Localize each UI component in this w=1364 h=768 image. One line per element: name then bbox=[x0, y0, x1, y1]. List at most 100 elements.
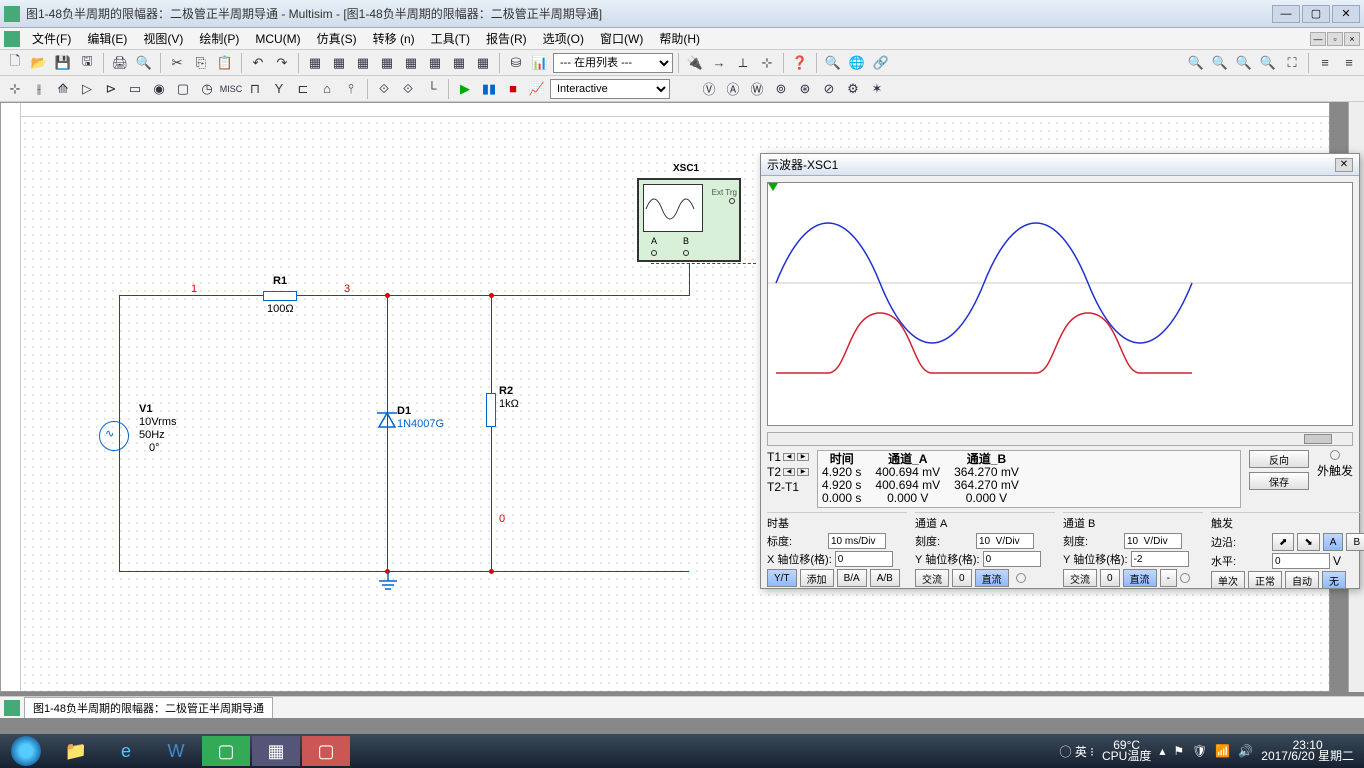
comp-diode-button[interactable]: ▷ bbox=[76, 78, 98, 100]
redo-button[interactable]: ↷ bbox=[271, 52, 293, 74]
probe-cfg-button[interactable]: ✶ bbox=[866, 78, 888, 100]
grid3-button[interactable]: ▦ bbox=[352, 52, 374, 74]
menu-edit[interactable]: 编辑(E) bbox=[79, 28, 135, 49]
comp-bus-button[interactable]: Y bbox=[268, 78, 290, 100]
stop-button[interactable]: ■ bbox=[502, 78, 524, 100]
zoom-area-button[interactable]: 🔍 bbox=[1233, 52, 1255, 74]
comp-src-button[interactable]: ◉ bbox=[148, 78, 170, 100]
trig-normal-button[interactable]: 正常 bbox=[1248, 571, 1282, 589]
chb-inv-button[interactable]: - bbox=[1160, 569, 1177, 587]
tray-volume-icon[interactable]: 🔊 bbox=[1238, 744, 1253, 758]
comp-conn-button[interactable]: ⊏ bbox=[292, 78, 314, 100]
probe2-button[interactable]: → bbox=[708, 52, 730, 74]
bus2-button[interactable]: ⟐ bbox=[397, 78, 419, 100]
chb-scale-input[interactable] bbox=[1124, 533, 1182, 549]
list1-button[interactable]: ≡ bbox=[1314, 52, 1336, 74]
chb-dc-button[interactable]: 直流 bbox=[1123, 569, 1157, 587]
comp-ic-button[interactable]: ▭ bbox=[124, 78, 146, 100]
bus3-button[interactable]: └ bbox=[421, 78, 443, 100]
maximize-button[interactable]: ▢ bbox=[1302, 5, 1330, 23]
grid4-button[interactable]: ▦ bbox=[376, 52, 398, 74]
menu-transfer[interactable]: 转移 (n) bbox=[365, 28, 423, 49]
trig-single-button[interactable]: 单次 bbox=[1211, 571, 1245, 589]
timebase-xpos-input[interactable] bbox=[835, 551, 893, 567]
mdi-close-button[interactable]: × bbox=[1344, 32, 1360, 46]
chb-0-button[interactable]: 0 bbox=[1100, 569, 1120, 587]
probe-ref-button[interactable]: ⊘ bbox=[818, 78, 840, 100]
edge-rise-button[interactable]: ⬈ bbox=[1272, 533, 1294, 551]
menu-help[interactable]: 帮助(H) bbox=[651, 28, 708, 49]
probe-d-button[interactable]: ⊛ bbox=[794, 78, 816, 100]
menu-file[interactable]: 文件(F) bbox=[24, 28, 79, 49]
grid7-button[interactable]: ▦ bbox=[448, 52, 470, 74]
copy-button[interactable]: ⎘ bbox=[190, 52, 212, 74]
ba-button[interactable]: B/A bbox=[837, 569, 867, 587]
new-button[interactable]: 🗋 bbox=[4, 52, 26, 74]
cha-port[interactable] bbox=[1016, 573, 1026, 583]
undo-button[interactable]: ↶ bbox=[247, 52, 269, 74]
taskbar-multisim[interactable]: ▦ bbox=[252, 736, 300, 766]
print-button[interactable]: 🖨 bbox=[109, 52, 131, 74]
search-button[interactable]: 🔍 bbox=[822, 52, 844, 74]
trig-none-button[interactable]: 无 bbox=[1322, 571, 1346, 589]
component-r1[interactable] bbox=[263, 291, 297, 301]
t1-right-button[interactable]: ▶ bbox=[797, 453, 809, 461]
menu-window[interactable]: 窗口(W) bbox=[592, 28, 651, 49]
edge-fall-button[interactable]: ⬊ bbox=[1297, 533, 1319, 551]
comp-meter-button[interactable]: ◷ bbox=[196, 78, 218, 100]
sim-config-button[interactable]: 📈 bbox=[526, 78, 548, 100]
comp-trans-button[interactable]: ⊳ bbox=[100, 78, 122, 100]
grid8-button[interactable]: ▦ bbox=[472, 52, 494, 74]
trig-auto-button[interactable]: 自动 bbox=[1285, 571, 1319, 589]
document-tab[interactable]: 图1-48负半周期的限幅器：二极管正半周期导通 bbox=[24, 697, 273, 718]
web-button[interactable]: 🌐 bbox=[846, 52, 868, 74]
comp-net-button[interactable]: ⊓ bbox=[244, 78, 266, 100]
probe-w-button[interactable]: Ⓦ bbox=[746, 78, 768, 100]
t2-right-button[interactable]: ▶ bbox=[797, 468, 809, 476]
close-button[interactable]: ✕ bbox=[1332, 5, 1360, 23]
instrument-xsc1[interactable]: XSC1 Ext Trg A B bbox=[637, 178, 741, 262]
list2-button[interactable]: ≡ bbox=[1338, 52, 1360, 74]
ime-indicator[interactable]: ◯ 英 ⁝ bbox=[1059, 743, 1094, 760]
pause-button[interactable]: ▮▮ bbox=[478, 78, 500, 100]
zoom-out-button[interactable]: 🔍 bbox=[1209, 52, 1231, 74]
tray-flag-icon[interactable]: ⚑ bbox=[1173, 744, 1184, 758]
comp-cap-button[interactable]: ⫲ bbox=[28, 78, 50, 100]
save-button[interactable]: 💾 bbox=[52, 52, 74, 74]
tray-network-icon[interactable]: 📶 bbox=[1215, 744, 1230, 758]
grid6-button[interactable]: ▦ bbox=[424, 52, 446, 74]
grid1-button[interactable]: ▦ bbox=[304, 52, 326, 74]
mdi-min-button[interactable]: — bbox=[1310, 32, 1326, 46]
probe-f-button[interactable]: ⊚ bbox=[770, 78, 792, 100]
sim-mode-combo[interactable]: Interactive bbox=[550, 79, 670, 99]
probe-a-button[interactable]: Ⓐ bbox=[722, 78, 744, 100]
minimize-button[interactable]: — bbox=[1272, 5, 1300, 23]
taskbar-explorer[interactable]: 📁 bbox=[52, 736, 100, 766]
inuse-list-combo[interactable]: --- 在用列表 --- bbox=[553, 53, 673, 73]
add-mode-button[interactable]: 添加 bbox=[800, 569, 834, 587]
menu-report[interactable]: 报告(R) bbox=[478, 28, 535, 49]
taskbar-app2[interactable]: ▢ bbox=[302, 736, 350, 766]
reverse-button[interactable]: 反向 bbox=[1249, 450, 1309, 468]
grid5-button[interactable]: ▦ bbox=[400, 52, 422, 74]
preview-button[interactable]: 🔍 bbox=[133, 52, 155, 74]
save-all-button[interactable]: 🖫 bbox=[76, 52, 98, 74]
probe-set-button[interactable]: ⚙ bbox=[842, 78, 864, 100]
t1-left-button[interactable]: ◀ bbox=[783, 453, 795, 461]
cha-0-button[interactable]: 0 bbox=[952, 569, 972, 587]
open-button[interactable]: 📂 bbox=[28, 52, 50, 74]
comp-hier-button[interactable]: ⌂ bbox=[316, 78, 338, 100]
comp-gate-button[interactable]: ▢ bbox=[172, 78, 194, 100]
menu-tools[interactable]: 工具(T) bbox=[423, 28, 478, 49]
bus1-button[interactable]: ⟐ bbox=[373, 78, 395, 100]
start-button[interactable] bbox=[2, 736, 50, 766]
scope-close-button[interactable]: ✕ bbox=[1335, 158, 1353, 172]
trig-level-input[interactable] bbox=[1272, 553, 1330, 569]
probe1-button[interactable]: 🔌 bbox=[684, 52, 706, 74]
ab-button[interactable]: A/B bbox=[870, 569, 900, 587]
component-r2[interactable] bbox=[486, 393, 496, 427]
menu-sim[interactable]: 仿真(S) bbox=[309, 28, 365, 49]
cha-ac-button[interactable]: 交流 bbox=[915, 569, 949, 587]
probe4-button[interactable]: ⊹ bbox=[756, 52, 778, 74]
chb-port[interactable] bbox=[1180, 573, 1190, 583]
